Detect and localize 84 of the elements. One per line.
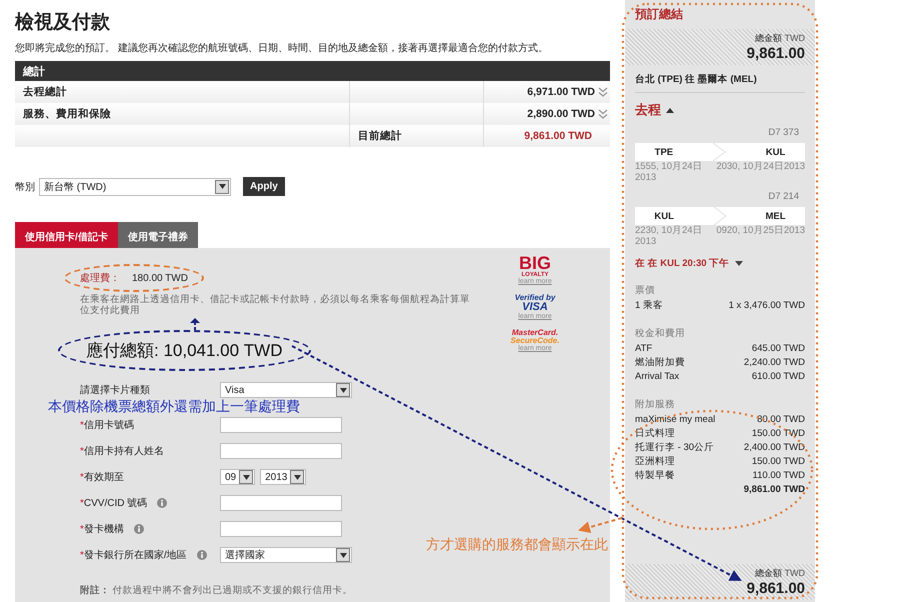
line-item-amount: 110.00 TWD <box>752 469 805 483</box>
expand-arrow-icon[interactable] <box>735 261 744 266</box>
payment-tab[interactable]: 使用電子禮券 <box>118 222 198 248</box>
line-item-label: 特製早餐 <box>635 469 675 483</box>
total-label: 總金額 <box>754 33 782 43</box>
departure-time: 2230, 10月24日 2013 <box>635 225 704 247</box>
line-item-amount: 1 x 3,476.00 TWD <box>728 299 805 313</box>
info-icon[interactable] <box>196 550 207 560</box>
total-amount: 9,861.00 <box>746 45 805 62</box>
fee-note: 在乘客在網路上透過信用卡、借記卡或記帳卡付款時，必須以每名乘客每個航程為計算單位支付此費用 <box>80 294 471 316</box>
chevron-divider-icon <box>712 207 727 225</box>
field-label: *信用卡號碼 <box>80 418 134 432</box>
expand-chevron-icon[interactable] <box>598 109 608 119</box>
field-label: *發卡機構 <box>80 522 124 536</box>
total-amount-text: 9,861.00 TWD <box>524 130 592 142</box>
field-label: *CVV/CID 號碼 <box>80 496 148 510</box>
total-label: 總金額 <box>754 568 782 578</box>
select-field[interactable]: 2013 <box>260 469 306 485</box>
expand-chevron-icon[interactable] <box>598 87 608 97</box>
line-item-label: 燃油附加費 <box>635 356 685 370</box>
currency-code: TWD <box>784 33 805 43</box>
airport-code: KUL <box>654 210 674 222</box>
arrival-time: 0920, 10月25日2013 <box>716 225 805 238</box>
chevron-divider-icon <box>712 143 726 161</box>
section-title: 票價 <box>635 284 656 297</box>
select-field[interactable]: 選擇國家 <box>220 547 352 563</box>
line-item-label: 日式料理 <box>635 427 675 441</box>
line-item-amount: 150.00 TWD <box>752 455 805 469</box>
field-label: *信用卡持有人姓名 <box>80 444 164 458</box>
intro-text: 您即將完成您的預訂。 建議您再次確認您的航班號碼、日期、時間、目的地及總金額，接著再選擇最適合您的付款方式。 <box>15 42 549 55</box>
departure-time: 1555, 10月24日 2013 <box>635 161 704 183</box>
currency-select[interactable]: 新台幣 (TWD) <box>39 178 231 196</box>
flight-number: D7 373 <box>767 127 799 138</box>
input-field[interactable] <box>220 521 342 537</box>
line-item-label: Arrival Tax <box>635 370 680 384</box>
annotation-text: 方才選購的服務都會顯示在此 <box>426 536 608 554</box>
airport-code: KUL <box>766 146 786 158</box>
fee-label: 處理費： <box>80 272 120 285</box>
line-item-amount: 2,400.00 TWD <box>744 441 805 455</box>
info-icon[interactable] <box>134 524 144 534</box>
line-item-label: 1 乘客 <box>635 299 663 313</box>
line-item-amount: 610.00 TWD <box>752 370 805 384</box>
collapse-arrow-icon[interactable] <box>666 108 674 112</box>
apply-button[interactable]: Apply <box>243 177 285 196</box>
field-label: *發卡銀行所在國家/地區 <box>80 548 187 562</box>
select-field[interactable]: Visa <box>220 382 352 398</box>
footnote: 附註： 付款過程中將不會列出已過期或不支援的銀行信用卡。 <box>80 584 354 597</box>
line-item-label: 亞洲料理 <box>635 455 675 469</box>
line-item-amount: 150.00 TWD <box>752 427 805 441</box>
airport-code: MEL <box>766 210 786 222</box>
callout-text: 應付總額: 10,041.00 TWD <box>86 340 283 362</box>
line-item-label: ATF <box>635 342 652 356</box>
line-item-label: 托運行李 - 30公斤 <box>635 441 714 455</box>
table-cell: 目前總計 <box>350 125 484 147</box>
line-item-amount: 2,240.00 TWD <box>744 356 805 370</box>
currency-label: 幣別 <box>15 180 35 194</box>
field-label: *有效期至 <box>80 470 124 484</box>
summary-header-label: 總計 <box>23 66 45 78</box>
fee-amount: 180.00 TWD <box>132 272 188 284</box>
section-title: 稅金和費用 <box>635 327 686 340</box>
arrival-time: 2030, 10月24日2013 <box>716 161 805 174</box>
leg-title: 去程 <box>635 101 661 119</box>
input-field[interactable] <box>220 495 342 511</box>
input-field[interactable] <box>220 443 342 459</box>
card-program-logo: MasterCard. SecureCode. <box>510 329 560 345</box>
airport-code: TPE <box>654 146 674 158</box>
info-icon[interactable] <box>157 498 168 508</box>
line-item-amount: 645.00 TWD <box>752 342 805 356</box>
amount-text: 6,971.00 TWD <box>527 86 595 98</box>
annotation-text: 本價格除機票總額外還需加上一筆處理費 <box>48 398 301 416</box>
page-title: 檢視及付款 <box>15 10 111 35</box>
card-program-logo: Verified by VISA <box>514 294 556 313</box>
total-amount: 9,861.00 <box>746 580 805 597</box>
amount-text: 2,890.00 TWD <box>527 108 595 120</box>
input-field[interactable] <box>220 417 342 433</box>
section-title: 附加服務 <box>635 398 676 411</box>
flight-number: D7 214 <box>767 191 799 202</box>
summary-title: 預訂總結 <box>635 6 684 23</box>
route-text: 台北 (TPE) 往 墨爾本 (MEL) <box>635 65 805 93</box>
field-label: 請選擇卡片種類 <box>80 384 150 397</box>
subtotal-amount: 9,861.00 TWD <box>744 483 805 497</box>
stopover-text: 在 在 KUL 20:30 下午 <box>635 257 730 270</box>
select-field[interactable]: 09 <box>220 469 256 485</box>
currency-code: TWD <box>784 568 805 578</box>
